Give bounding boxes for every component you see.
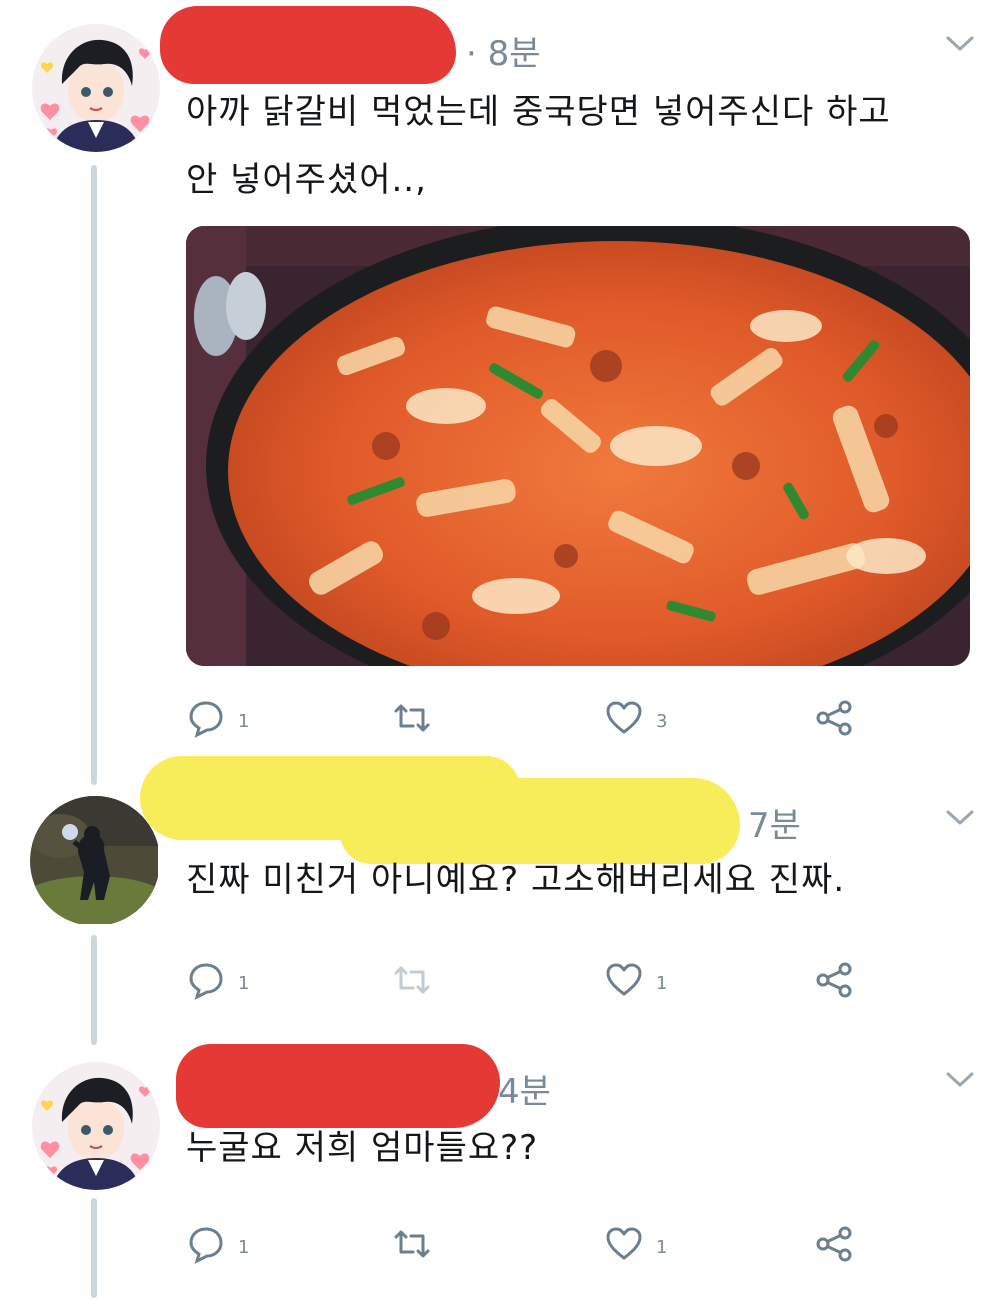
share-icon [816, 700, 852, 736]
tweet-text-line: 누굴요 저희 엄마들요?? [186, 1128, 539, 1168]
like-icon [606, 1227, 642, 1260]
redacted-username [160, 6, 456, 84]
tweet-text: 누굴요 저희 엄마들요?? [186, 1114, 946, 1182]
retweet-button[interactable] [392, 1220, 432, 1268]
reply-button[interactable]: 1 [186, 1220, 249, 1268]
reply-count: 1 [238, 710, 250, 732]
tweet-actions: 1 1 [186, 956, 886, 1004]
tweet-text: 아까 닭갈비 먹었는데 중국당면 넣어주신다 하고 안 넣어주셨어.., [186, 78, 946, 214]
tweet-text: 진짜 미친거 아니예요? 고소해버리세요 진짜. [186, 846, 946, 914]
timestamp: · 8분 [466, 34, 541, 74]
share-button[interactable] [814, 694, 854, 742]
retweet-icon [394, 966, 430, 994]
timestamp: 4분 [498, 1072, 551, 1112]
tweet: 4분 누굴요 저희 엄마들요?? 1 1 [0, 1040, 1000, 1300]
like-button[interactable]: 1 [604, 1220, 667, 1268]
share-button[interactable] [814, 956, 854, 1004]
reply-icon [189, 963, 223, 1000]
share-icon [816, 962, 852, 998]
like-count: 1 [656, 972, 668, 994]
chevron-down-icon[interactable] [945, 808, 975, 828]
retweet-icon [394, 704, 430, 732]
reply-count: 1 [238, 1236, 250, 1258]
timestamp: 7분 [748, 806, 801, 846]
like-icon [606, 701, 642, 734]
share-icon [816, 1226, 852, 1262]
reply-count: 1 [238, 972, 250, 994]
reply-icon [189, 1227, 223, 1264]
retweet-button[interactable] [392, 694, 432, 742]
tweet: · 8분 아까 닭갈비 먹었는데 중국당면 넣어주신다 하고 안 넣어주셨어..… [0, 0, 1000, 760]
like-count: 3 [656, 710, 668, 732]
retweet-icon [394, 1230, 430, 1258]
chevron-down-icon[interactable] [945, 1070, 975, 1090]
tweet-photo[interactable] [186, 226, 970, 666]
tweet-actions: 1 1 [186, 1220, 886, 1268]
reply-button[interactable]: 1 [186, 956, 249, 1004]
tweet-text-line: 안 넣어주셨어.., [186, 160, 427, 200]
tweet-text-line: 진짜 미친거 아니예요? 고소해버리세요 진짜. [186, 860, 846, 900]
tweet-actions: 1 3 [186, 694, 886, 742]
retweet-button[interactable] [392, 956, 432, 1004]
tweet: 7분 진짜 미친거 아니예요? 고소해버리세요 진짜. 1 1 [0, 756, 1000, 1050]
tweet-text-line: 아까 닭갈비 먹었는데 중국당면 넣어주신다 하고 [186, 92, 891, 132]
avatar[interactable] [32, 24, 160, 152]
avatar[interactable] [32, 1062, 160, 1190]
avatar[interactable] [30, 796, 160, 926]
share-button[interactable] [814, 1220, 854, 1268]
reply-button[interactable]: 1 [186, 694, 249, 742]
like-button[interactable]: 1 [604, 956, 667, 1004]
reply-icon [189, 701, 223, 738]
chevron-down-icon[interactable] [945, 34, 975, 54]
like-count: 1 [656, 1236, 668, 1258]
like-icon [606, 963, 642, 996]
like-button[interactable]: 3 [604, 694, 667, 742]
